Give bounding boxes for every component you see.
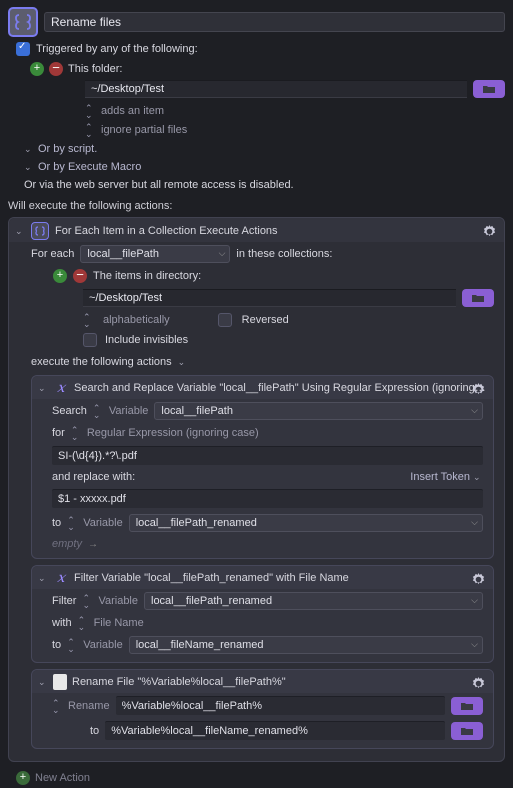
remove-collection-button[interactable]: − [73, 269, 87, 283]
add-trigger-button[interactable]: + [30, 62, 44, 76]
disclosure-icon[interactable]: ⌄ [24, 144, 34, 155]
gear-button[interactable] [469, 380, 487, 398]
foreach-variable-select[interactable]: local__filePath [80, 245, 230, 263]
replacement-input[interactable] [52, 489, 483, 508]
stepper-icon[interactable]: ⌃⌄ [67, 639, 77, 653]
stepper-icon[interactable]: ⌃⌄ [93, 405, 103, 419]
result-preview: empty [52, 538, 82, 550]
with-label: with [52, 617, 72, 629]
new-action-label[interactable]: New Action [35, 772, 90, 784]
filter-panel: ⌄ 𝑥 Filter Variable "local__filePath_ren… [31, 565, 494, 663]
choose-folder-button[interactable] [473, 80, 505, 98]
to-label: to [90, 725, 99, 737]
rename-source-input[interactable] [116, 696, 445, 715]
variable-label[interactable]: Variable [98, 595, 138, 607]
gear-button[interactable] [469, 570, 487, 588]
trigger-label: Triggered by any of the following: [36, 43, 198, 55]
file-name-option[interactable]: File Name [94, 617, 144, 629]
foreach-title: For Each Item in a Collection Execute Ac… [55, 225, 278, 237]
reversed-checkbox[interactable] [218, 313, 232, 327]
disclosure-icon[interactable]: ⌄ [15, 226, 25, 237]
stepper-icon[interactable]: ⌃⌄ [83, 314, 93, 328]
folder-path-input[interactable] [85, 80, 467, 98]
filter-title: Filter Variable "local__filePath_renamed… [74, 572, 349, 584]
to-label: to [52, 639, 61, 651]
insert-token-menu[interactable]: Insert Token ⌄ [410, 471, 483, 483]
or-web-label: Or via the web server but all remote acc… [24, 179, 294, 191]
gear-button[interactable] [469, 674, 487, 692]
items-in-dir-label: The items in directory: [93, 270, 201, 282]
search-replace-title: Search and Replace Variable "local__file… [74, 382, 487, 394]
stepper-icon[interactable]: ⌃⌄ [78, 617, 88, 631]
to-label: to [52, 517, 61, 529]
arrow-icon: → [88, 539, 98, 550]
macro-title-input[interactable] [44, 12, 505, 32]
this-folder-label: This folder: [68, 63, 122, 75]
for-label: for [52, 427, 65, 439]
regex-pattern-input[interactable] [52, 446, 483, 465]
alphabetically-label[interactable]: alphabetically [103, 314, 170, 326]
choose-file-button[interactable] [451, 697, 483, 715]
filter-to-variable-select[interactable]: local__fileName_renamed [129, 636, 483, 654]
variable-label[interactable]: Variable [109, 405, 149, 417]
disclosure-icon[interactable]: ⌄ [38, 677, 48, 688]
choose-file-button[interactable] [451, 722, 483, 740]
stepper-icon[interactable]: ⌃⌄ [71, 427, 81, 441]
search-replace-panel: ⌄ 𝑥 Search and Replace Variable "local__… [31, 375, 494, 559]
file-icon [53, 674, 67, 690]
to-variable-label[interactable]: Variable [83, 517, 123, 529]
to-variable-select[interactable]: local__filePath_renamed [129, 514, 483, 532]
search-variable-select[interactable]: local__filePath [154, 402, 483, 420]
trigger-enabled-checkbox[interactable] [16, 42, 30, 56]
stepper-icon[interactable]: ⌃⌄ [85, 105, 95, 119]
directory-path-input[interactable] [83, 289, 456, 307]
rename-title: Rename File "%Variable%local__filePath%" [72, 676, 286, 688]
disclosure-icon[interactable]: ⌄ [38, 573, 48, 584]
for-each-label: For each [31, 248, 74, 260]
ignore-partial-label[interactable]: ignore partial files [101, 124, 187, 136]
rename-panel: ⌄ Rename File "%Variable%local__filePath… [31, 669, 494, 749]
include-invisibles-checkbox[interactable] [83, 333, 97, 347]
execute-following-label: execute the following actions [31, 356, 172, 368]
filter-label: Filter [52, 595, 76, 607]
or-by-script-link[interactable]: Or by script. [38, 143, 97, 155]
search-label: Search [52, 405, 87, 417]
choose-folder-button[interactable] [462, 289, 494, 307]
variable-icon: 𝑥 [53, 570, 69, 586]
gear-button[interactable] [480, 222, 498, 240]
macro-icon [8, 7, 38, 37]
regex-option-label[interactable]: Regular Expression (ignoring case) [87, 427, 259, 439]
replace-with-label: and replace with: [52, 471, 135, 483]
rename-label[interactable]: Rename [68, 700, 110, 712]
to-variable-label[interactable]: Variable [83, 639, 123, 651]
or-by-macro-link[interactable]: Or by Execute Macro [38, 161, 141, 173]
new-action-button[interactable]: + [16, 771, 30, 785]
remove-trigger-button[interactable]: − [49, 62, 63, 76]
disclosure-icon[interactable]: ⌄ [38, 383, 48, 394]
adds-item-label[interactable]: adds an item [101, 105, 164, 117]
filter-variable-select[interactable]: local__filePath_renamed [144, 592, 483, 610]
stepper-icon[interactable]: ⌃⌄ [52, 700, 62, 714]
disclosure-icon[interactable]: ⌄ [24, 162, 34, 173]
stepper-icon[interactable]: ⌃⌄ [85, 124, 95, 138]
stepper-icon[interactable]: ⌃⌄ [82, 595, 92, 609]
in-collections-label: in these collections: [236, 248, 332, 260]
stepper-icon[interactable]: ⌃⌄ [67, 517, 77, 531]
foreach-icon [31, 222, 49, 240]
include-invisibles-label: Include invisibles [105, 334, 188, 346]
foreach-action-panel: ⌄ For Each Item in a Collection Execute … [8, 217, 505, 762]
reversed-label: Reversed [242, 314, 289, 326]
disclosure-icon[interactable]: ⌄ [178, 357, 188, 368]
rename-target-input[interactable] [105, 721, 445, 740]
will-execute-header: Will execute the following actions: [0, 194, 513, 215]
variable-icon: 𝑥 [53, 380, 69, 396]
add-collection-button[interactable]: + [53, 269, 67, 283]
